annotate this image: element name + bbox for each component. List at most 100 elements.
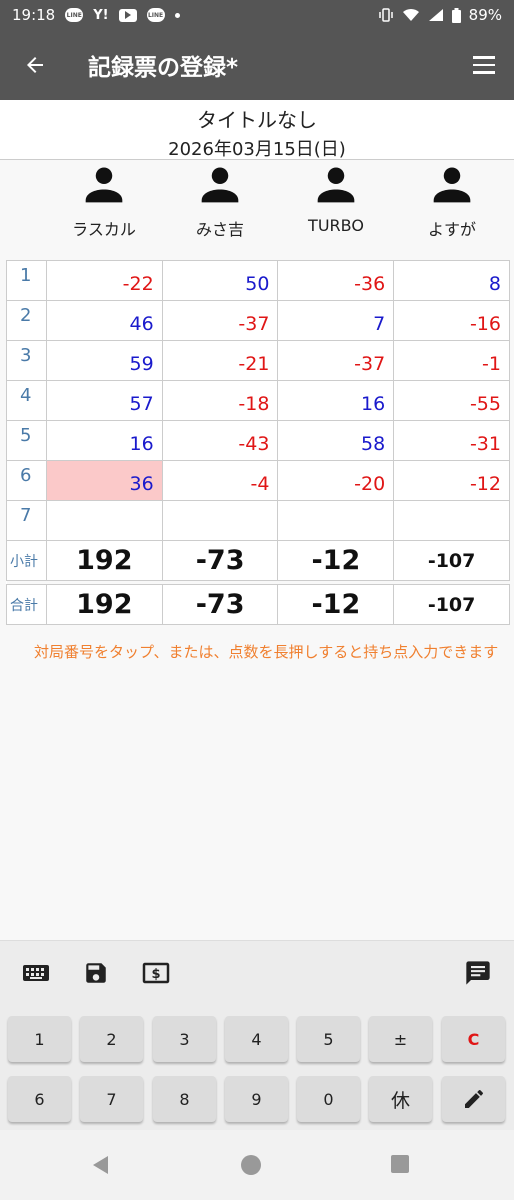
score-cell[interactable]: -20 <box>277 460 395 501</box>
round-row: 6 36 -4 -20 -12 <box>6 460 510 501</box>
player-4[interactable]: よすが <box>394 162 510 252</box>
key-4[interactable]: 4 <box>225 1016 288 1062</box>
subtotal-value: -12 <box>277 540 395 581</box>
player-1[interactable]: ラスカル <box>46 162 162 252</box>
key-6[interactable]: 6 <box>8 1076 71 1122</box>
score-cell[interactable]: 57 <box>45 380 163 421</box>
menu-button[interactable] <box>454 30 514 100</box>
signal-icon <box>428 9 443 21</box>
round-row: 1 -22 50 -36 8 <box>6 260 510 301</box>
bottom-toolbar: $ <box>0 940 514 1004</box>
key-plus-minus[interactable]: ± <box>369 1016 432 1062</box>
money-button[interactable]: $ <box>142 959 170 987</box>
battery-icon <box>451 7 461 23</box>
score-cell[interactable]: -37 <box>277 340 395 381</box>
person-icon <box>201 167 239 203</box>
key-2[interactable]: 2 <box>80 1016 143 1062</box>
round-number[interactable]: 3 <box>6 340 47 381</box>
player-3[interactable]: TURBO <box>278 162 394 252</box>
score-table: 1 -22 50 -36 8 2 46 -37 7 -16 3 59 -21 -37 -1 4 57 -18 16-… <box>6 260 510 625</box>
score-cell[interactable]: -4 <box>161 460 279 501</box>
key-edit[interactable] <box>442 1076 505 1122</box>
round-row: 4 57 -18 16 -55 <box>6 380 510 421</box>
nav-back-icon[interactable] <box>90 1154 112 1176</box>
dot-icon <box>174 12 180 18</box>
key-5[interactable]: 5 <box>297 1016 360 1062</box>
player-name: よすが <box>427 220 476 239</box>
keyboard-button[interactable] <box>22 959 50 987</box>
score-cell[interactable]: -31 <box>393 420 510 461</box>
comment-button[interactable] <box>464 959 492 987</box>
sheet-date[interactable]: 2026年03月15日(日) <box>0 135 514 161</box>
battery-percent: 89% <box>468 6 502 24</box>
score-cell[interactable]: -37 <box>161 300 279 341</box>
score-cell[interactable]: 36 <box>45 460 163 501</box>
score-cell[interactable]: 16 <box>45 420 163 461</box>
total-value: -73 <box>161 584 279 625</box>
keyboard-icon <box>23 965 49 981</box>
page-title: 記録票の登録* <box>88 55 239 81</box>
key-7[interactable]: 7 <box>80 1076 143 1122</box>
player-2[interactable]: みさ吉 <box>162 162 278 252</box>
score-cell[interactable]: 58 <box>277 420 395 461</box>
key-8[interactable]: 8 <box>153 1076 216 1122</box>
score-cell[interactable]: 50 <box>161 260 279 301</box>
score-cell[interactable]: 7 <box>277 300 395 341</box>
score-cell[interactable]: 8 <box>393 260 510 301</box>
status-time: 19:18 <box>12 6 56 24</box>
comment-icon <box>466 961 490 985</box>
nav-home-icon[interactable] <box>240 1154 262 1176</box>
total-value: -107 <box>393 584 510 625</box>
round-row: 5 16 -43 58 -31 <box>6 420 510 461</box>
round-number[interactable]: 7 <box>6 500 47 541</box>
key-clear[interactable]: C <box>442 1016 505 1062</box>
round-number[interactable]: 2 <box>6 300 47 341</box>
round-number[interactable]: 4 <box>6 380 47 421</box>
line-icon: LINE <box>65 8 84 22</box>
score-cell[interactable]: -12 <box>393 460 510 501</box>
key-9[interactable]: 9 <box>225 1076 288 1122</box>
subtotal-value: -107 <box>393 540 510 581</box>
score-cell[interactable]: -18 <box>161 380 279 421</box>
subtotal-value: -73 <box>161 540 279 581</box>
score-cell[interactable]: 16 <box>277 380 395 421</box>
round-number[interactable]: 6 <box>6 460 47 501</box>
key-rest[interactable]: 休 <box>369 1076 432 1122</box>
score-cell[interactable]: -22 <box>45 260 163 301</box>
hint-text: 対局番号をタップ、または、点数を長押しすると持ち点入力できます <box>34 643 499 661</box>
score-cell[interactable] <box>277 500 395 541</box>
score-cell[interactable]: -1 <box>393 340 510 381</box>
score-cell[interactable] <box>161 500 279 541</box>
key-0[interactable]: 0 <box>297 1076 360 1122</box>
score-cell[interactable] <box>45 500 163 541</box>
score-cell[interactable]: 46 <box>45 300 163 341</box>
score-cell[interactable]: -16 <box>393 300 510 341</box>
vibrate-icon <box>378 8 393 22</box>
key-1[interactable]: 1 <box>8 1016 71 1062</box>
round-number[interactable]: 5 <box>6 420 47 461</box>
score-cell[interactable]: -36 <box>277 260 395 301</box>
wifi-icon <box>402 8 419 21</box>
subtotal-label: 小計 <box>6 540 47 581</box>
person-icon <box>317 167 355 203</box>
round-number[interactable]: 1 <box>6 260 47 301</box>
score-cell[interactable] <box>393 500 510 541</box>
back-button[interactable] <box>0 30 70 100</box>
person-icon <box>85 167 123 203</box>
subtotal-value: 192 <box>45 540 163 581</box>
arrow-left-icon <box>27 57 43 73</box>
score-cell[interactable]: 59 <box>45 340 163 381</box>
sheet-title[interactable]: タイトルなし <box>0 104 514 133</box>
total-value: 192 <box>45 584 163 625</box>
player-row: ラスカル みさ吉 TURBO よすが <box>46 162 510 252</box>
subtotal-row: 小計 192 -73 -12 -107 <box>6 540 510 581</box>
key-3[interactable]: 3 <box>153 1016 216 1062</box>
total-row: 合計 192 -73 -12 -107 <box>6 584 510 625</box>
score-cell[interactable]: -21 <box>161 340 279 381</box>
yahoo-icon: Y! <box>93 7 109 23</box>
total-value: -12 <box>277 584 395 625</box>
score-cell[interactable]: -55 <box>393 380 510 421</box>
save-button[interactable] <box>82 959 110 987</box>
score-cell[interactable]: -43 <box>161 420 279 461</box>
nav-recents-icon[interactable] <box>390 1154 410 1174</box>
